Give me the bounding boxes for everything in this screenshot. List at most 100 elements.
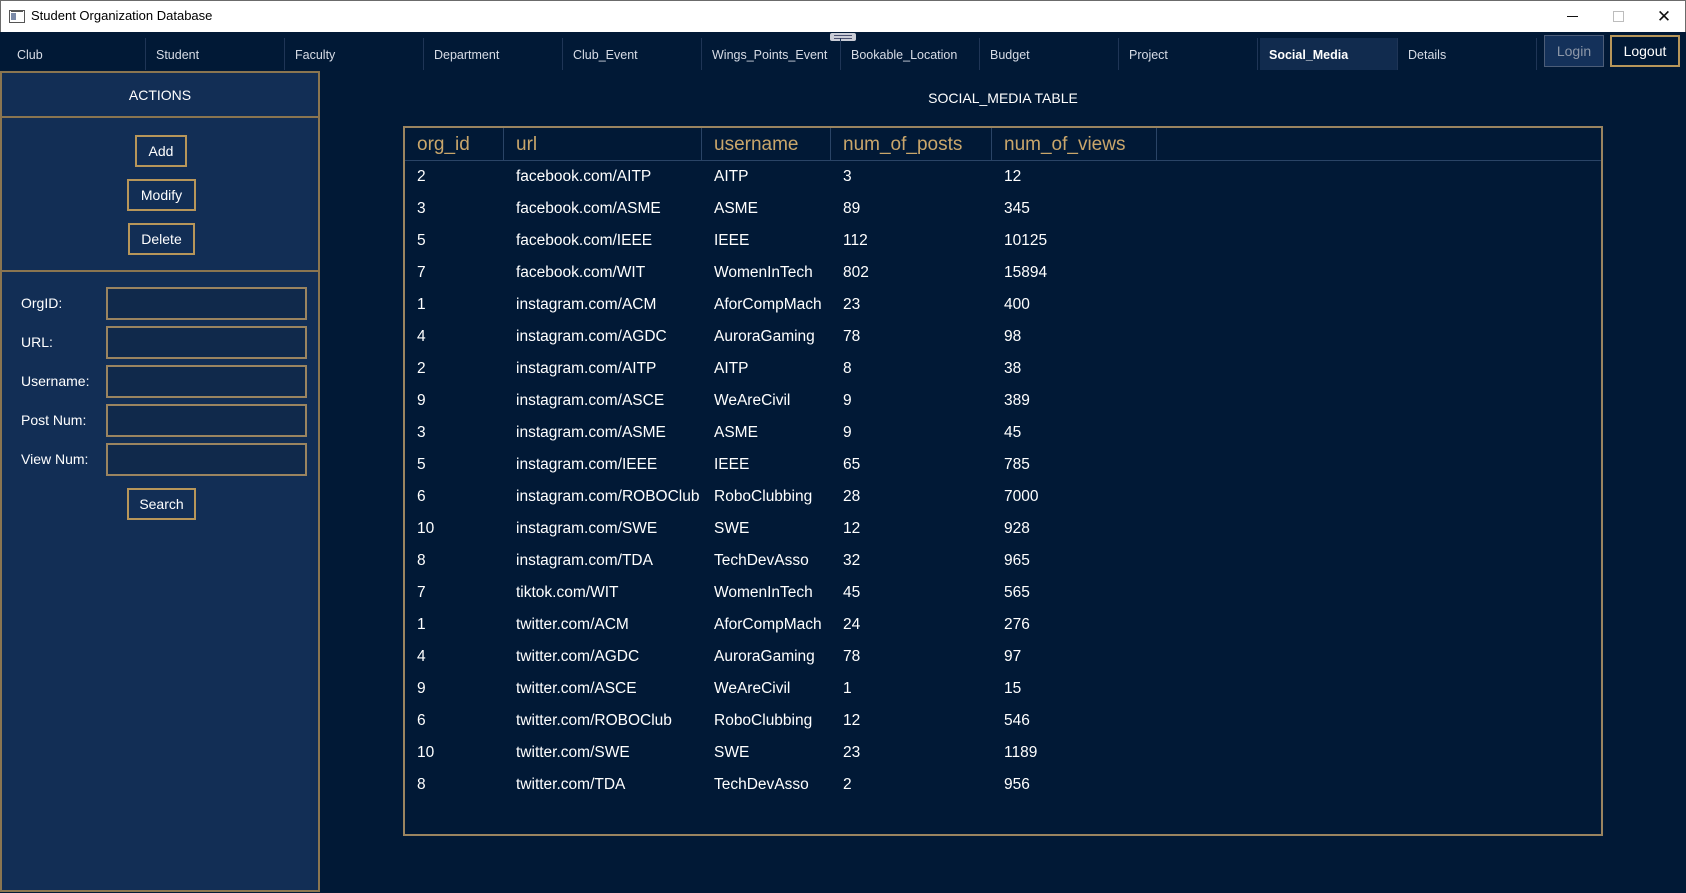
table-row[interactable]: 4 twitter.com/AGDC AuroraGaming 78 97: [405, 641, 1601, 673]
tab-department[interactable]: Department: [425, 38, 563, 70]
cell-url: facebook.com/WIT: [516, 264, 646, 281]
table-row[interactable]: 7 tiktok.com/WIT WomenInTech 45 565: [405, 577, 1601, 609]
cell-num-of-views: 10125: [1004, 232, 1048, 249]
tab-project[interactable]: Project: [1120, 38, 1258, 70]
tab-details[interactable]: Details: [1399, 38, 1537, 70]
table-row[interactable]: 7 facebook.com/WIT WomenInTech 802 15894: [405, 257, 1601, 289]
cell-org-id: 8: [417, 552, 426, 569]
column-header-org-id[interactable]: org_id: [405, 128, 504, 161]
table-row[interactable]: 1 twitter.com/ACM AforCompMach 24 276: [405, 609, 1601, 641]
tab-faculty[interactable]: Faculty: [286, 38, 424, 70]
cell-num-of-views: 389: [1004, 392, 1030, 409]
table-row[interactable]: 10 instagram.com/SWE SWE 12 928: [405, 513, 1601, 545]
data-table[interactable]: org_id url username num_of_posts num_of_view…: [403, 126, 1603, 836]
table-row[interactable]: 2 instagram.com/AITP AITP 8 38: [405, 353, 1601, 385]
cell-num-of-views: 7000: [1004, 488, 1039, 505]
table-row[interactable]: 9 twitter.com/ASCE WeAreCivil 1 15: [405, 673, 1601, 705]
username-field[interactable]: [106, 365, 307, 398]
post-num-field[interactable]: [106, 404, 307, 437]
table-row[interactable]: 5 instagram.com/IEEE IEEE 65 785: [405, 449, 1601, 481]
minimize-button[interactable]: [1549, 1, 1595, 32]
cell-url: instagram.com/IEEE: [516, 456, 658, 473]
tab-bookable-location[interactable]: Bookable_Location: [842, 38, 980, 70]
cell-org-id: 6: [417, 488, 426, 505]
table-row[interactable]: 3 facebook.com/ASME ASME 89 345: [405, 193, 1601, 225]
tab-student[interactable]: Student: [147, 38, 285, 70]
cell-org-id: 1: [417, 296, 426, 313]
tab-club-event[interactable]: Club_Event: [564, 38, 702, 70]
cell-username: AuroraGaming: [714, 648, 815, 665]
tab-wings-points-event[interactable]: Wings_Points_Event: [703, 38, 841, 70]
cell-username: SWE: [714, 744, 750, 761]
cell-username: RoboClubbing: [714, 712, 813, 729]
table-row[interactable]: 3 instagram.com/ASME ASME 9 45: [405, 417, 1601, 449]
cell-username: WeAreCivil: [714, 392, 791, 409]
tab-social-media[interactable]: Social_Media: [1260, 38, 1398, 70]
cell-org-id: 4: [417, 328, 426, 345]
cell-num-of-views: 15894: [1004, 264, 1048, 281]
cell-username: IEEE: [714, 456, 750, 473]
table-row[interactable]: 6 instagram.com/ROBOClub RoboClubbing 28 700…: [405, 481, 1601, 513]
search-button[interactable]: Search: [127, 488, 196, 520]
column-header-url[interactable]: url: [504, 128, 702, 161]
cell-num-of-posts: 45: [843, 584, 861, 601]
table-row[interactable]: 9 instagram.com/ASCE WeAreCivil 9 389: [405, 385, 1601, 417]
table-row[interactable]: 8 instagram.com/TDA TechDevAsso 32 965: [405, 545, 1601, 577]
table-row[interactable]: 6 twitter.com/ROBOClub RoboClubbing 12 546: [405, 705, 1601, 737]
table-row[interactable]: 4 instagram.com/AGDC AuroraGaming 78 98: [405, 321, 1601, 353]
cell-url: twitter.com/SWE: [516, 744, 630, 761]
cell-username: AuroraGaming: [714, 328, 815, 345]
actions-header: ACTIONS: [2, 73, 318, 118]
cell-url: instagram.com/AITP: [516, 360, 657, 377]
cell-username: AITP: [714, 168, 749, 185]
column-header-num-of-views[interactable]: num_of_views: [992, 128, 1157, 161]
cell-url: instagram.com/SWE: [516, 520, 658, 537]
cell-url: instagram.com/ROBOClub: [516, 488, 700, 505]
table-row[interactable]: 1 instagram.com/ACM AforCompMach 23 400: [405, 289, 1601, 321]
cell-num-of-posts: 78: [843, 648, 861, 665]
cell-url: tiktok.com/WIT: [516, 584, 619, 601]
table-row[interactable]: 10 twitter.com/SWE SWE 23 1189: [405, 737, 1601, 769]
cell-url: facebook.com/IEEE: [516, 232, 653, 249]
cell-num-of-views: 546: [1004, 712, 1030, 729]
cell-org-id: 7: [417, 584, 426, 601]
cell-num-of-posts: 1: [843, 680, 852, 697]
actions-sidebar: ACTIONS Add Modify Delete OrgID: URL: Us…: [0, 71, 320, 892]
cell-num-of-views: 38: [1004, 360, 1022, 377]
cell-url: twitter.com/AGDC: [516, 648, 640, 665]
table-row[interactable]: 5 facebook.com/IEEE IEEE 112 10125: [405, 225, 1601, 257]
tab-club[interactable]: Club: [8, 38, 146, 70]
cell-username: WeAreCivil: [714, 680, 791, 697]
column-header-username[interactable]: username: [702, 128, 831, 161]
cell-org-id: 3: [417, 200, 426, 217]
view-num-field[interactable]: [106, 443, 307, 476]
cell-url: instagram.com/ASME: [516, 424, 666, 441]
cell-username: AforCompMach: [714, 616, 822, 633]
column-header-num-of-posts[interactable]: num_of_posts: [831, 128, 992, 161]
cell-num-of-views: 345: [1004, 200, 1030, 217]
delete-button[interactable]: Delete: [128, 223, 195, 255]
table-header: org_id url username num_of_posts num_of_view…: [405, 128, 1601, 161]
cell-url: facebook.com/ASME: [516, 200, 661, 217]
close-button[interactable]: ✕: [1641, 1, 1686, 32]
logout-button[interactable]: Logout: [1610, 35, 1680, 67]
cell-num-of-views: 565: [1004, 584, 1030, 601]
maximize-button[interactable]: [1595, 1, 1641, 32]
cell-num-of-views: 15: [1004, 680, 1022, 697]
cell-username: AITP: [714, 360, 749, 377]
cell-org-id: 2: [417, 360, 426, 377]
add-button[interactable]: Add: [135, 135, 187, 167]
table-row[interactable]: 2 facebook.com/AITP AITP 3 12: [405, 161, 1601, 193]
tab-budget[interactable]: Budget: [981, 38, 1119, 70]
orgid-label: OrgID:: [21, 295, 63, 311]
cell-org-id: 8: [417, 776, 426, 793]
cell-num-of-views: 45: [1004, 424, 1022, 441]
cell-num-of-views: 965: [1004, 552, 1030, 569]
cell-num-of-views: 97: [1004, 648, 1022, 665]
post-num-label: Post Num:: [21, 412, 87, 428]
login-button[interactable]: Login: [1544, 35, 1604, 67]
orgid-field[interactable]: [106, 287, 307, 320]
url-field[interactable]: [106, 326, 307, 359]
table-row[interactable]: 8 twitter.com/TDA TechDevAsso 2 956: [405, 769, 1601, 801]
modify-button[interactable]: Modify: [127, 179, 196, 211]
